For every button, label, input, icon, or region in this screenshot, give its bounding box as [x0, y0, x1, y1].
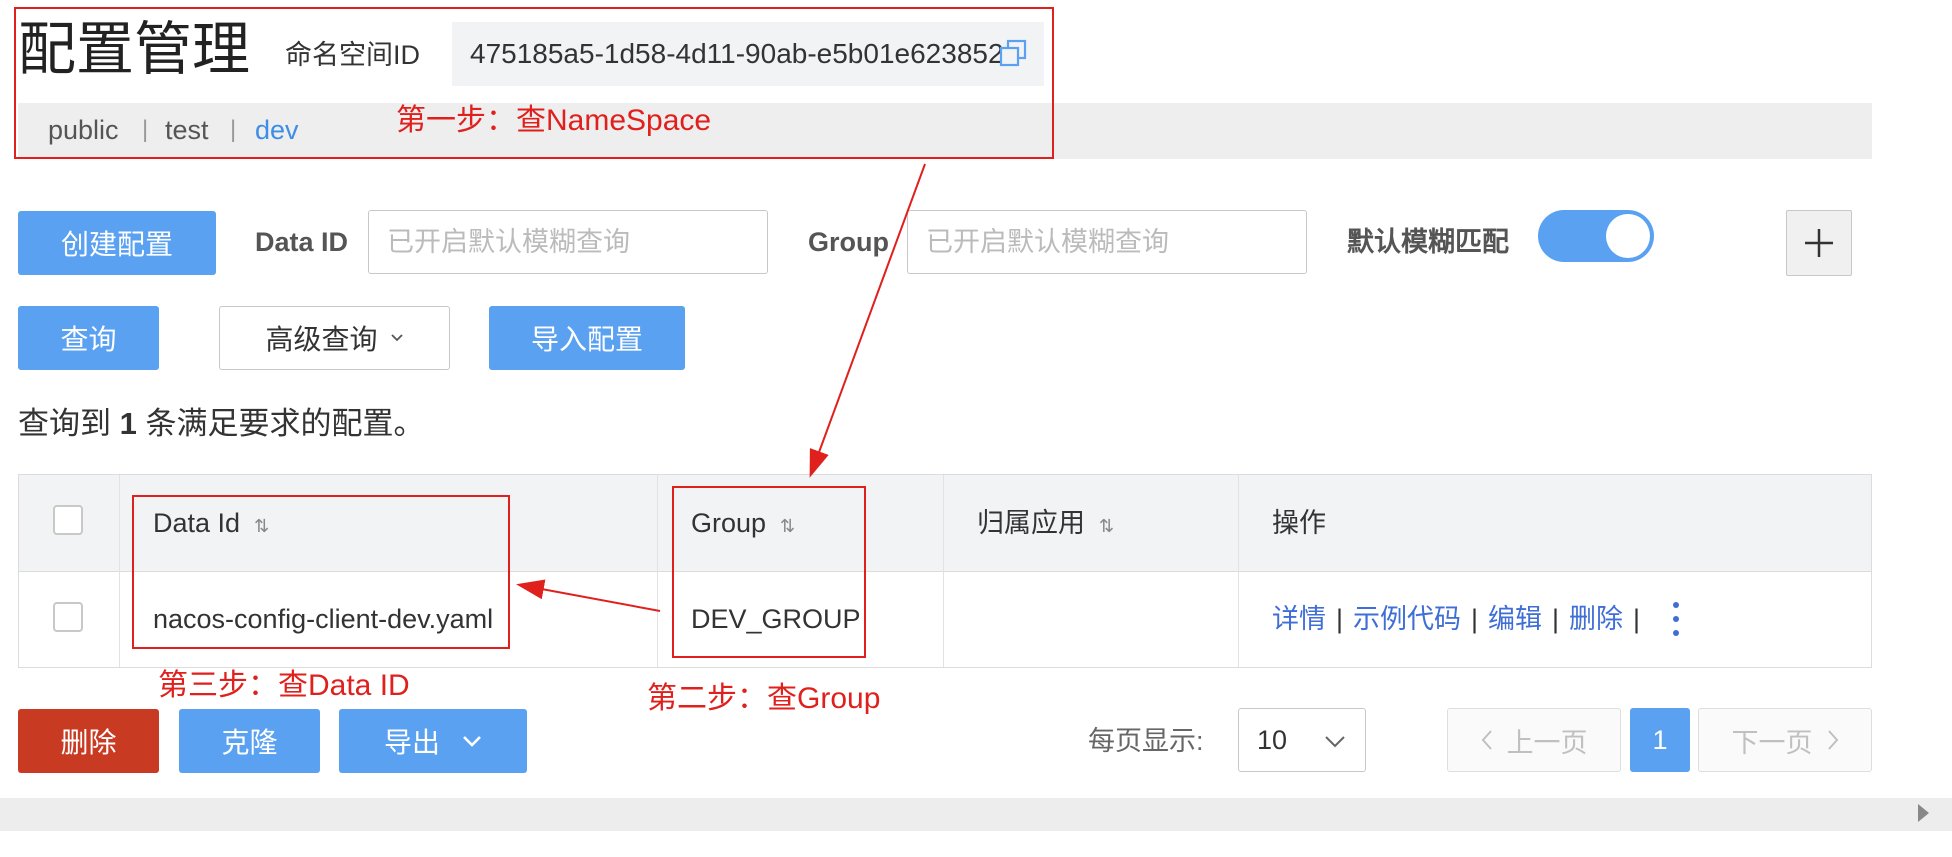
arrow-group-to-dataid — [516, 579, 661, 612]
annotation-arrows — [516, 163, 926, 612]
arrow-namespace-to-group — [809, 163, 926, 478]
